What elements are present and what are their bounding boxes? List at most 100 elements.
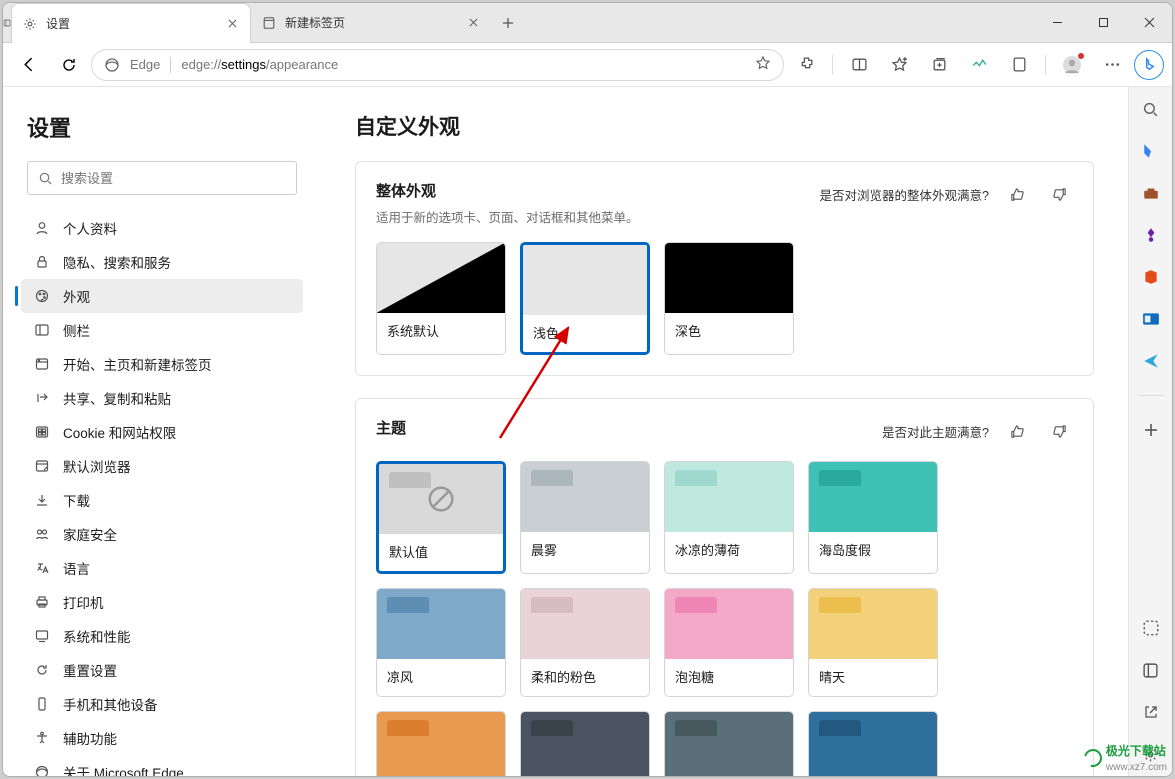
more-icon[interactable] [1094,49,1130,81]
window-maximize[interactable] [1080,3,1126,42]
send-icon[interactable] [1139,349,1163,373]
sidebar-item-0[interactable]: 个人资料 [21,211,303,245]
screenshot-icon[interactable] [1139,616,1163,640]
sidebar-item-9[interactable]: 家庭安全 [21,517,303,551]
search-input[interactable] [27,161,297,195]
swatch-label: 系统默认 [377,313,505,350]
office-icon[interactable] [1139,265,1163,289]
sidebar-item-label: 手机和其他设备 [63,694,158,714]
outlook-icon[interactable] [1139,307,1163,331]
settings-sidebar: 设置 个人资料隐私、搜索和服务外观侧栏开始、主页和新建标签页共享、复制和粘贴Co… [3,87,321,776]
window-minimize[interactable] [1034,3,1080,42]
sidebar-item-label: 隐私、搜索和服务 [63,252,171,272]
search-icon[interactable] [1139,97,1163,121]
tab-settings[interactable]: 设置 [11,3,251,43]
theme-label: 默认值 [379,534,503,571]
sidebar-item-6[interactable]: Cookie 和网站权限 [21,415,303,449]
feedback-text: 是否对此主题满意? [882,422,989,441]
sidebar-item-15[interactable]: 辅助功能 [21,721,303,755]
theme-option-5[interactable]: 柔和的粉色 [520,588,650,697]
theme-option-11[interactable]: 月光 [808,711,938,776]
sidebar-item-label: 打印机 [63,592,104,612]
performance-icon[interactable] [961,49,997,81]
sidebar-item-1[interactable]: 隐私、搜索和服务 [21,245,303,279]
settings-content: 自定义外观 整体外观 适用于新的选项卡、页面、对话框和其他菜单。 是否对浏览器的… [321,87,1128,776]
sidebar-item-label: 开始、主页和新建标签页 [63,354,212,374]
theme-label: 海岛度假 [809,532,937,569]
app-icon[interactable] [1001,49,1037,81]
paint-icon [33,287,51,305]
sidebar-item-7[interactable]: 默认浏览器 [21,449,303,483]
profile-icon[interactable] [1054,49,1090,81]
sidebar-item-12[interactable]: 系统和性能 [21,619,303,653]
appearance-option-light[interactable]: 浅色 [520,242,650,355]
themes-card: 主题 是否对此主题满意? 默认值晨雾冰凉的薄荷海岛度假凉风柔和的粉色泡泡糖晴天芒… [355,398,1094,776]
theme-option-1[interactable]: 晨雾 [520,461,650,574]
sidebar-item-label: 默认浏览器 [63,456,131,476]
panel-icon [33,321,51,339]
refresh-button[interactable] [51,49,87,81]
bing-icon[interactable] [1134,50,1164,80]
theme-option-8[interactable]: 芒果天堂 [376,711,506,776]
back-button[interactable] [11,49,47,81]
sidebar-item-14[interactable]: 手机和其他设备 [21,687,303,721]
sidebar-item-4[interactable]: 开始、主页和新建标签页 [21,347,303,381]
theme-option-3[interactable]: 海岛度假 [808,461,938,574]
sidebar-item-label: 侧栏 [63,320,90,340]
theme-option-9[interactable]: 雨夜 [520,711,650,776]
sidebar-item-16[interactable]: 关于 Microsoft Edge [21,755,303,776]
home-icon [33,355,51,373]
thumbs-up-icon[interactable] [1003,180,1031,208]
window-close[interactable] [1126,3,1172,42]
thumbs-down-icon[interactable] [1045,417,1073,445]
sidebar-item-3[interactable]: 侧栏 [21,313,303,347]
split-screen-icon[interactable] [841,49,877,81]
address-bar[interactable]: Edge edge://settings/appearance [91,49,784,81]
extensions-icon[interactable] [788,49,824,81]
feedback-text: 是否对浏览器的整体外观满意? [820,185,989,204]
sidebar-item-label: 共享、复制和粘贴 [63,388,171,408]
theme-option-2[interactable]: 冰凉的薄荷 [664,461,794,574]
browser-icon [33,457,51,475]
tools-icon[interactable] [1139,181,1163,205]
add-icon[interactable] [1139,418,1163,442]
tab-actions-button[interactable] [3,3,11,43]
sidebar-item-13[interactable]: 重置设置 [21,653,303,687]
close-icon[interactable] [465,15,481,31]
theme-option-10[interactable]: 冷色石板 [664,711,794,776]
external-icon[interactable] [1139,700,1163,724]
tab-label: 设置 [46,15,70,32]
tab-newtab-page[interactable]: 新建标签页 [251,3,491,43]
theme-option-7[interactable]: 晴天 [808,588,938,697]
sidebar-item-2[interactable]: 外观 [21,279,303,313]
card-title: 整体外观 [376,180,639,201]
sidebar-item-label: 语言 [63,558,90,578]
theme-label: 泡泡糖 [665,659,793,696]
collections-icon[interactable] [921,49,957,81]
appearance-option-system[interactable]: 系统默认 [376,242,506,355]
edge-icon [104,57,120,73]
favorites-icon[interactable] [881,49,917,81]
theme-option-4[interactable]: 凉风 [376,588,506,697]
sidebar-item-label: 个人资料 [63,218,117,238]
sidebar-item-5[interactable]: 共享、复制和粘贴 [21,381,303,415]
lock-icon [33,253,51,271]
close-icon[interactable] [224,16,240,32]
theme-option-0[interactable]: 默认值 [376,461,506,574]
sidebar-item-8[interactable]: 下载 [21,483,303,517]
thumbs-up-icon[interactable] [1003,417,1031,445]
favorite-icon[interactable] [755,55,771,74]
shopping-icon[interactable] [1139,139,1163,163]
sidebar-item-10[interactable]: 语言 [21,551,303,585]
appearance-option-dark[interactable]: 深色 [664,242,794,355]
address-url: edge://settings/appearance [181,57,338,72]
layout-icon[interactable] [1139,658,1163,682]
system-icon [33,627,51,645]
sidebar-item-label: 外观 [63,286,90,306]
sidebar-item-11[interactable]: 打印机 [21,585,303,619]
phone-icon [33,695,51,713]
theme-option-6[interactable]: 泡泡糖 [664,588,794,697]
thumbs-down-icon[interactable] [1045,180,1073,208]
games-icon[interactable] [1139,223,1163,247]
new-tab-button[interactable] [491,3,525,43]
